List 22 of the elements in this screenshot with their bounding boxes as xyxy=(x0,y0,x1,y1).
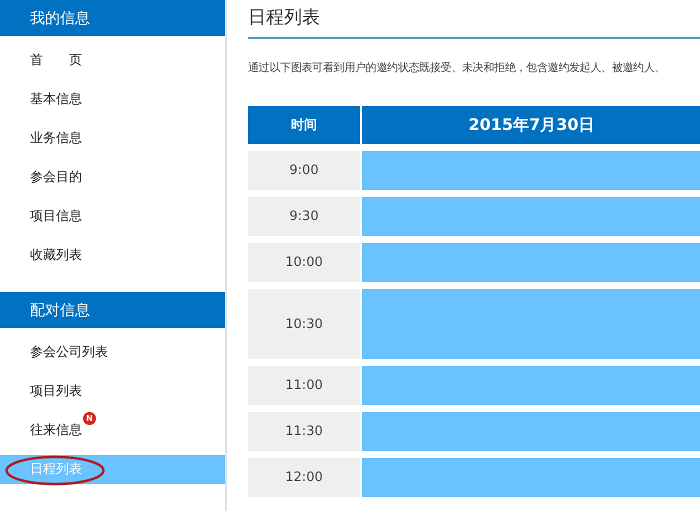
time-cell: 12:00 xyxy=(248,458,360,497)
sidebar-item[interactable]: 参会公司列表 xyxy=(0,338,225,367)
sidebar-item[interactable]: 基本信息 xyxy=(0,85,225,114)
page-title: 日程列表 xyxy=(248,0,700,39)
time-cell: 9:30 xyxy=(248,197,360,236)
time-cell: 10:30 xyxy=(248,289,360,359)
sidebar-item[interactable]: 首 页 xyxy=(0,46,225,75)
section-header: 配对信息 xyxy=(0,292,225,328)
time-cell: 10:00 xyxy=(248,243,360,282)
time-cell: 11:30 xyxy=(248,412,360,451)
sidebar-item[interactable]: 参会目的 xyxy=(0,163,225,192)
sidebar-item[interactable]: 业务信息 xyxy=(0,124,225,153)
sidebar-item[interactable]: 项目列表 xyxy=(0,377,225,406)
column-header: 时间 xyxy=(248,106,360,144)
time-cell: 9:00 xyxy=(248,151,360,190)
sidebar-item[interactable]: 项目信息 xyxy=(0,202,225,231)
column-header: 2015年7月30日 xyxy=(362,106,700,144)
notification-badge: N xyxy=(83,412,96,425)
section-header: 我的信息 xyxy=(0,0,225,36)
time-cell: 11:00 xyxy=(248,366,360,405)
sidebar-item[interactable]: 收藏列表 xyxy=(0,241,225,270)
description-text: 通过以下图表可看到用户的邀约状态既接受、未决和拒绝，包含邀约发起人、被邀约人、 xyxy=(248,60,666,75)
